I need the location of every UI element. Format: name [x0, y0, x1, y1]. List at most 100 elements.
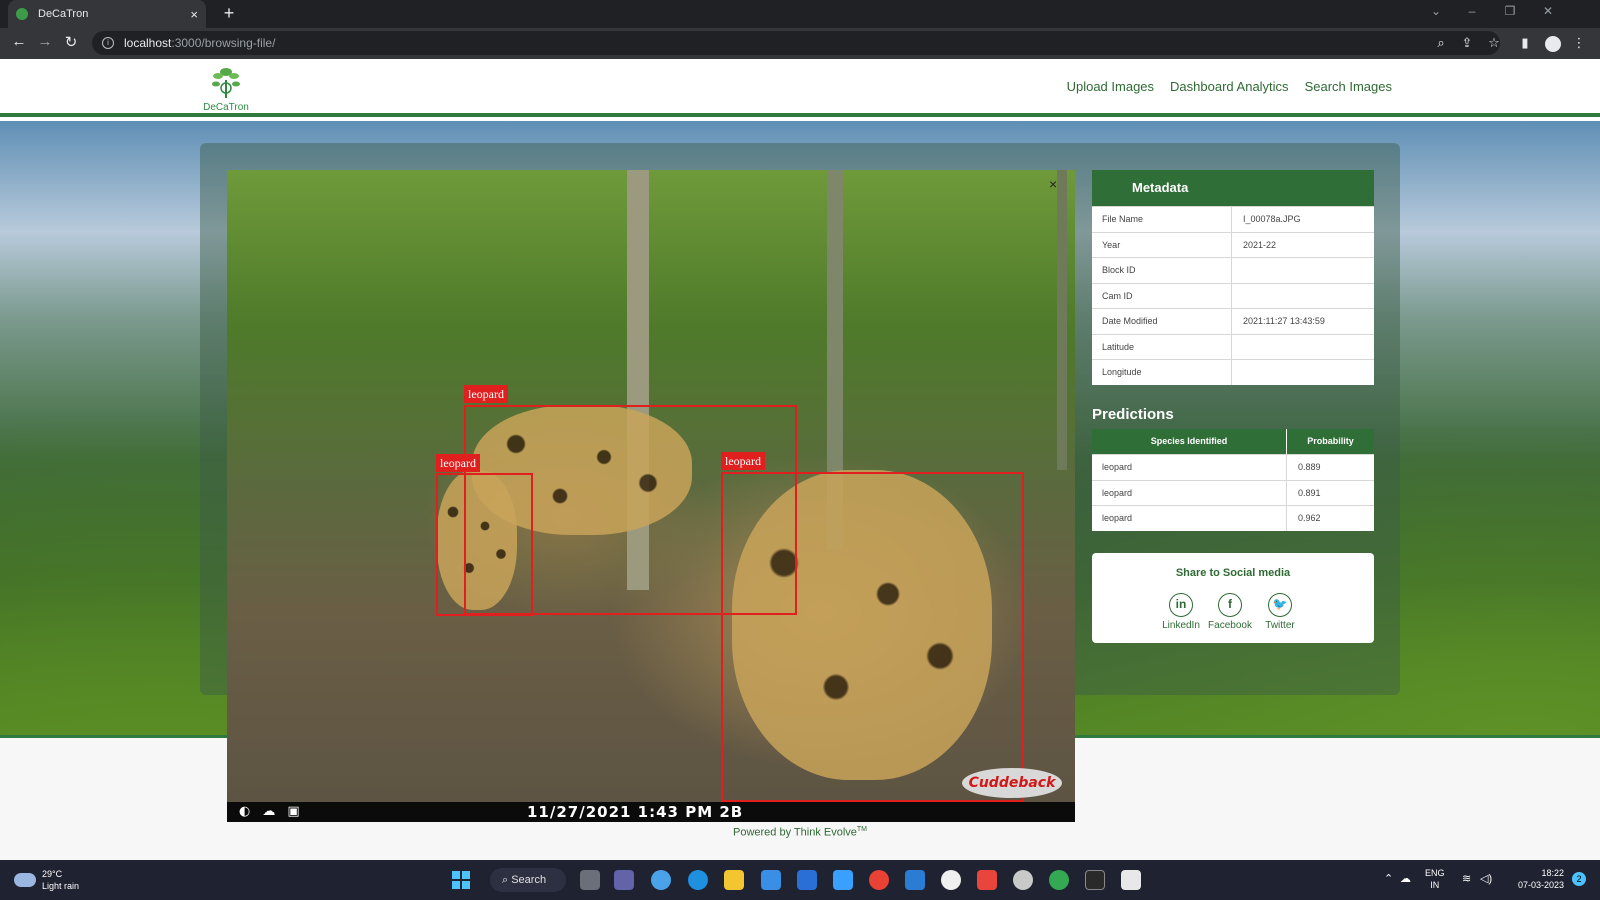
- table-row: leopard 0.962: [1092, 505, 1374, 531]
- camera-info-strip: ◐☁▣ 11/27/2021 1:43 PM 2B: [227, 802, 1075, 822]
- zoom-icon[interactable]: ⌕: [1432, 35, 1450, 51]
- minimize-icon[interactable]: –: [1462, 4, 1482, 18]
- terminal-icon[interactable]: [1085, 870, 1105, 890]
- species-header: Species Identified: [1092, 429, 1287, 454]
- chrome-icon[interactable]: [869, 870, 889, 890]
- clock[interactable]: 18:22 07-03-2023: [1506, 867, 1564, 891]
- address-bar[interactable]: i localhost:3000/browsing-file/: [92, 31, 1500, 55]
- taskbar-search[interactable]: ⌕ Search: [490, 868, 566, 892]
- file-explorer-icon[interactable]: [724, 870, 744, 890]
- nav-search-images[interactable]: Search Images: [1305, 79, 1392, 94]
- site-info-icon[interactable]: i: [102, 37, 114, 49]
- restore-icon[interactable]: ❐: [1500, 4, 1520, 18]
- metadata-key: Year: [1092, 232, 1232, 257]
- metadata-value: [1232, 258, 1374, 283]
- twitter-share-button[interactable]: 🐦 Twitter: [1255, 593, 1305, 631]
- teams-icon[interactable]: [614, 870, 634, 890]
- bookmark-star-icon[interactable]: ☆: [1485, 35, 1503, 51]
- windows-taskbar: 29°C Light rain ⌕ Search ⌃ ☁ ENG IN ≋ ◁)…: [0, 860, 1600, 900]
- metadata-title: Metadata: [1092, 170, 1374, 206]
- nav-upload-images[interactable]: Upload Images: [1067, 79, 1154, 94]
- app-icon[interactable]: [651, 870, 671, 890]
- notification-badge[interactable]: 2: [1572, 872, 1586, 886]
- species-cell: leopard: [1092, 455, 1287, 480]
- predictions-title: Predictions: [1092, 406, 1174, 423]
- share-card: Share to Social media in LinkedIn f Face…: [1092, 553, 1374, 643]
- metadata-key: Cam ID: [1092, 283, 1232, 308]
- metadata-row: Date Modified 2021:11:27 13:43:59: [1092, 308, 1374, 334]
- url-path: :3000/browsing-file/: [171, 36, 276, 50]
- site-logo[interactable]: DeCaTron: [200, 62, 252, 114]
- windows-start-icon[interactable]: [452, 871, 470, 889]
- facebook-share-button[interactable]: f Facebook: [1205, 593, 1255, 631]
- tab-search-icon[interactable]: ⌄: [1426, 4, 1446, 18]
- app-icon[interactable]: [1013, 870, 1033, 890]
- share-icon[interactable]: ⇪: [1458, 35, 1476, 51]
- detection-box[interactable]: [721, 472, 1024, 802]
- share-title: Share to Social media: [1175, 567, 1291, 579]
- app-icon[interactable]: [833, 870, 853, 890]
- main-nav: Upload Images Dashboard Analytics Search…: [1067, 79, 1392, 94]
- side-panel-icon[interactable]: ▮: [1516, 35, 1534, 51]
- chrome-profile-icon[interactable]: [1049, 870, 1069, 890]
- reload-icon[interactable]: ↻: [60, 33, 82, 51]
- predictions-table: Species Identified Probability leopard 0.…: [1092, 429, 1374, 531]
- linkedin-share-button[interactable]: in LinkedIn: [1156, 593, 1206, 631]
- wifi-icon[interactable]: ≋: [1462, 873, 1471, 885]
- language-indicator[interactable]: ENG IN: [1425, 867, 1445, 891]
- metadata-value: [1232, 284, 1374, 309]
- menu-kebab-icon[interactable]: ⋮: [1570, 35, 1588, 51]
- lang-code: ENG: [1425, 868, 1445, 878]
- tray-overflow-icon[interactable]: ⌃: [1384, 873, 1393, 885]
- species-cell: leopard: [1092, 506, 1287, 531]
- tree-trunk: [1057, 170, 1067, 470]
- metadata-value: 2021:11:27 13:43:59: [1243, 316, 1325, 326]
- mail-icon[interactable]: [797, 870, 817, 890]
- app-icon[interactable]: [977, 870, 997, 890]
- browser-toolbar: ← → ↻ i localhost:3000/browsing-file/ ⌕ …: [0, 28, 1600, 59]
- detection-box[interactable]: [436, 473, 533, 616]
- table-row: leopard 0.891: [1092, 479, 1374, 505]
- facebook-icon: f: [1218, 593, 1242, 617]
- profile-avatar-icon[interactable]: [1545, 36, 1561, 52]
- predictions-header: Species Identified Probability: [1092, 429, 1374, 454]
- taskbar-search-label: Search: [511, 874, 547, 886]
- edge-icon[interactable]: [688, 870, 708, 890]
- vscode-icon[interactable]: [905, 870, 925, 890]
- url-host: localhost: [124, 36, 172, 50]
- species-cell: leopard: [1092, 480, 1287, 505]
- browser-tab-bar: DeCaTron × + ⌄ – ❐ ✕: [0, 0, 1600, 28]
- tree-logo-icon: [212, 68, 240, 98]
- probability-cell: 0.889: [1298, 462, 1321, 472]
- twitter-icon: 🐦: [1268, 593, 1292, 617]
- snipping-tool-icon[interactable]: [1121, 870, 1141, 890]
- table-row: leopard 0.889: [1092, 454, 1374, 480]
- metadata-key: File Name: [1092, 207, 1232, 232]
- powered-by-footer: Powered by Think EvolveTM: [0, 826, 1600, 839]
- onedrive-cloud-icon[interactable]: ☁: [1400, 873, 1411, 885]
- linkedin-icon: in: [1169, 593, 1193, 617]
- camera-status-icons: ◐☁▣: [239, 804, 312, 819]
- tab-close-icon[interactable]: ×: [190, 7, 198, 22]
- facebook-label: Facebook: [1208, 620, 1252, 631]
- close-window-icon[interactable]: ✕: [1538, 4, 1558, 18]
- image-viewer: leopard leopard leopard Cuddeback × ◐☁▣ …: [227, 170, 1075, 822]
- app-icon[interactable]: [941, 870, 961, 890]
- forward-icon[interactable]: →: [34, 33, 56, 50]
- favicon-icon: [16, 8, 28, 20]
- metadata-row: Year 2021-22: [1092, 231, 1374, 257]
- linkedin-label: LinkedIn: [1162, 620, 1200, 631]
- metadata-row: Cam ID: [1092, 282, 1374, 309]
- back-icon[interactable]: ←: [8, 33, 30, 50]
- task-view-icon[interactable]: [580, 870, 600, 890]
- clock-time: 18:22: [1541, 868, 1564, 878]
- volume-icon[interactable]: ◁): [1480, 873, 1492, 885]
- nav-dashboard-analytics[interactable]: Dashboard Analytics: [1170, 79, 1289, 94]
- close-viewer-icon[interactable]: ×: [1049, 176, 1057, 192]
- metadata-key: Latitude: [1092, 334, 1232, 359]
- weather-widget[interactable]: 29°C Light rain: [14, 868, 79, 892]
- browser-tab[interactable]: DeCaTron ×: [8, 0, 206, 28]
- metadata-row: Latitude: [1092, 333, 1374, 359]
- new-tab-button[interactable]: +: [218, 3, 240, 24]
- store-icon[interactable]: [761, 870, 781, 890]
